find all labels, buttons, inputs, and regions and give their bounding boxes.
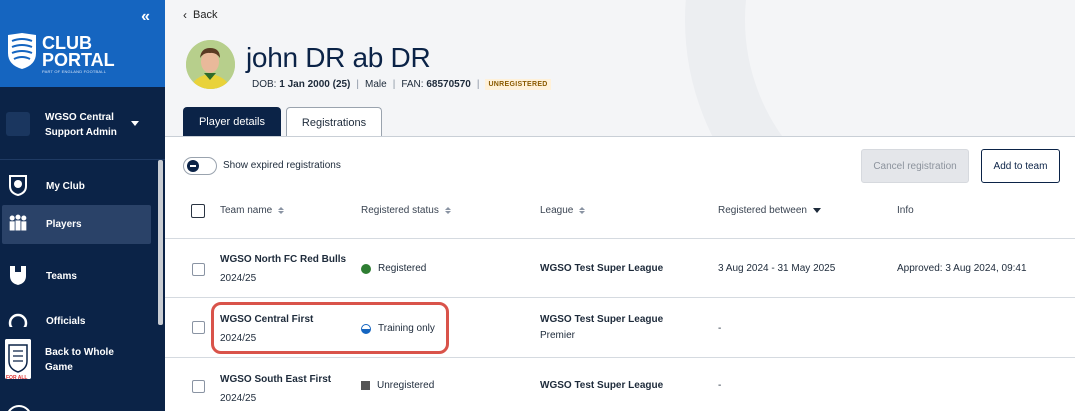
row-checkbox[interactable] <box>192 380 205 393</box>
double-chevron-left-icon[interactable]: « <box>141 8 150 26</box>
sidebar-nav: My Club Players Teams Officials <box>0 160 165 340</box>
add-to-team-button[interactable]: Add to team <box>981 149 1060 183</box>
brand-header: « CLUB PORTAL PART OF ENGLAND FOOTBALL <box>0 0 165 87</box>
registered-between: 3 Aug 2024 - 31 May 2025 <box>718 263 836 274</box>
tab-registrations[interactable]: Registrations <box>286 107 382 137</box>
status-badge: UNREGISTERED <box>485 79 551 90</box>
app-root: « CLUB PORTAL PART OF ENGLAND FOOTBALL W… <box>0 0 1075 411</box>
column-header-label: Info <box>897 205 914 216</box>
main-content: ‹ Back john DR ab DR DOB: 1 Jan 2000 (25… <box>165 0 1075 411</box>
column-header-league[interactable]: League <box>540 205 586 216</box>
players-icon <box>9 214 27 231</box>
decorative-arc <box>685 0 1075 136</box>
club-crest-icon <box>9 175 27 196</box>
select-all-checkbox[interactable] <box>191 204 205 218</box>
club-portal-logo-icon <box>8 33 36 69</box>
registered-status-icon <box>361 263 371 274</box>
back-label: Back <box>193 9 218 21</box>
sort-icon <box>579 207 586 214</box>
chevron-left-icon: ‹ <box>183 8 187 22</box>
sidebar-item-players[interactable]: Players <box>0 205 165 250</box>
sidebar-scrollbar[interactable] <box>158 160 163 325</box>
org-switcher[interactable]: WGSO Central Support Admin <box>0 87 165 160</box>
table-row[interactable]: WGSO South East First 2024/25 Unregister… <box>165 359 1075 411</box>
dob-value: 1 Jan 2000 (25) <box>279 79 351 90</box>
sidebar-item-label: Players <box>46 219 82 230</box>
profile-circle-icon[interactable] <box>6 405 32 411</box>
sort-icon <box>444 207 451 214</box>
column-header-label: Team name <box>220 205 273 216</box>
divider: | <box>476 79 480 90</box>
org-name: WGSO Central Support Admin <box>45 112 117 138</box>
sort-descending-icon <box>812 208 821 213</box>
player-avatar <box>186 40 235 89</box>
team-name: WGSO South East First <box>220 374 332 385</box>
brand-subtitle: PART OF ENGLAND FOOTBALL <box>42 69 107 74</box>
fa-tagline: FOR ALL <box>6 375 28 381</box>
tab-divider <box>165 136 1075 137</box>
league-division: Premier <box>540 330 576 341</box>
league-name: WGSO Test Super League <box>540 263 664 274</box>
sidebar-item-teams[interactable]: Teams <box>0 250 165 295</box>
registered-between: - <box>718 380 722 391</box>
sidebar-item-label: Officials <box>46 316 86 327</box>
status-label: Unregistered <box>377 380 435 391</box>
sidebar: « CLUB PORTAL PART OF ENGLAND FOOTBALL W… <box>0 0 165 411</box>
column-header-label: League <box>540 205 574 216</box>
caret-down-icon <box>131 121 139 126</box>
column-header-registered-status[interactable]: Registered status <box>361 205 451 216</box>
player-name: john DR ab DR <box>246 42 431 73</box>
dob-label: DOB: <box>252 79 277 90</box>
shirt-icon <box>10 266 26 285</box>
fan-value: 68570570 <box>426 79 471 90</box>
column-header-registered-between[interactable]: Registered between <box>718 205 821 216</box>
unregistered-status-icon <box>361 381 370 390</box>
tab-player-details[interactable]: Player details <box>183 107 281 136</box>
england-fa-crest-icon <box>5 339 31 379</box>
toggle-knob <box>187 160 199 172</box>
brand-title-line2: PORTAL <box>42 50 115 70</box>
cancel-registration-button[interactable]: Cancel registration <box>861 149 969 183</box>
column-header-label: Registered status <box>361 205 439 216</box>
gender-value: Male <box>365 79 387 90</box>
back-to-whole-game-link[interactable]: Back to Whole Game <box>45 345 135 375</box>
sort-icon <box>278 207 285 214</box>
show-expired-toggle[interactable] <box>183 157 217 175</box>
org-badge <box>6 112 30 136</box>
sidebar-footer[interactable]: FOR ALL Back to Whole Game <box>0 327 165 411</box>
team-name: WGSO North FC Red Bulls <box>220 254 347 265</box>
row-checkbox[interactable] <box>192 263 205 276</box>
season: 2024/25 <box>220 273 257 284</box>
column-header-info: Info <box>897 205 914 216</box>
sidebar-item-label: Teams <box>46 271 77 282</box>
divider: | <box>356 79 360 90</box>
season: 2024/25 <box>220 393 257 404</box>
back-link[interactable]: ‹ Back <box>183 9 217 21</box>
table-row[interactable]: WGSO North FC Red Bulls 2024/25 Register… <box>165 239 1075 298</box>
show-expired-label: Show expired registrations <box>223 160 341 171</box>
column-header-label: Registered between <box>718 205 807 216</box>
player-meta: DOB: 1 Jan 2000 (25) | Male | FAN: 68570… <box>252 79 551 90</box>
sidebar-item-my-club[interactable]: My Club <box>0 160 165 205</box>
registered-between: - <box>718 323 722 334</box>
row-checkbox[interactable] <box>192 321 205 334</box>
info: Approved: 3 Aug 2024, 09:41 <box>897 263 1027 274</box>
registered-status: Registered <box>361 263 426 274</box>
registered-status: Unregistered <box>361 380 434 391</box>
annotation-highlight-box <box>211 302 449 354</box>
league-name: WGSO Test Super League <box>540 380 664 391</box>
fan-label: FAN: <box>401 79 424 90</box>
sidebar-item-label: My Club <box>46 181 85 192</box>
column-header-team-name[interactable]: Team name <box>220 205 285 216</box>
status-label: Registered <box>378 263 427 274</box>
divider: | <box>392 79 396 90</box>
league-name: WGSO Test Super League <box>540 314 664 325</box>
